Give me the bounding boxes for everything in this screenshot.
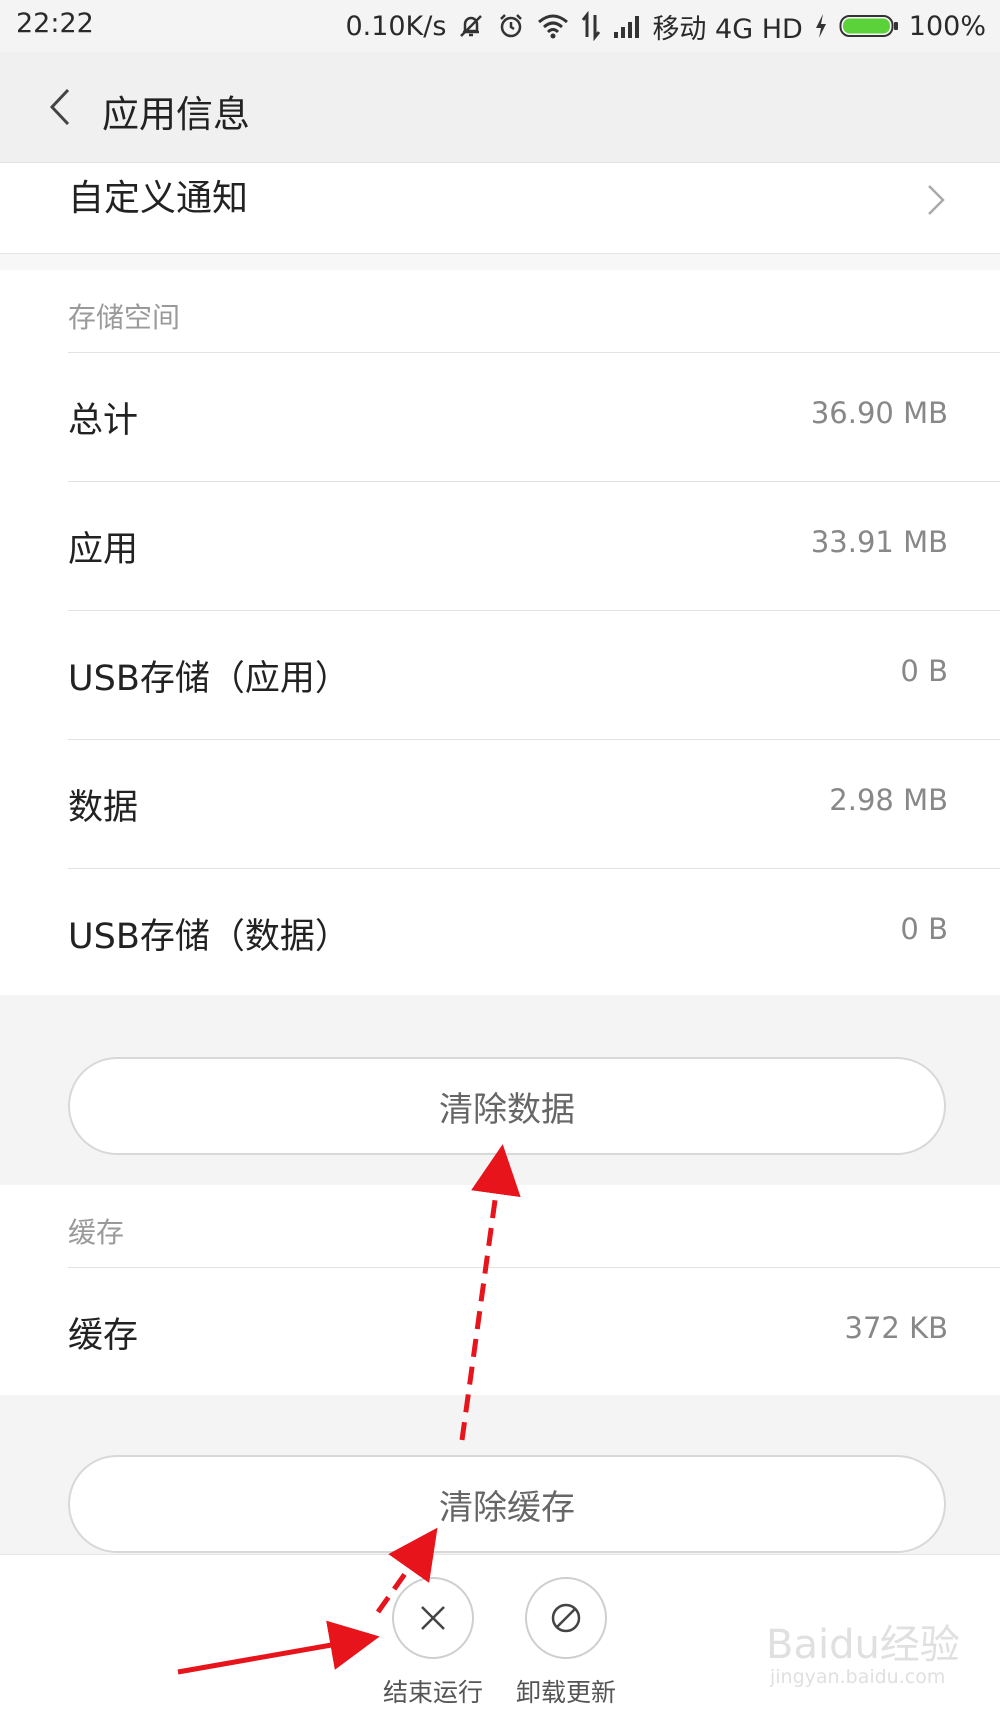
clear-cache-area: 清除缓存 bbox=[0, 1395, 1000, 1555]
row-value: 0 B bbox=[900, 654, 948, 688]
cache-row: 缓存 372 KB bbox=[0, 1267, 1000, 1395]
cache-section-header: 缓存 bbox=[68, 1216, 125, 1249]
storage-row-app: 应用 33.91 MB bbox=[0, 481, 1000, 609]
alarm-icon bbox=[500, 14, 523, 38]
app-header: 应用信息 bbox=[0, 52, 1000, 163]
custom-notification-row[interactable]: 自定义通知 bbox=[0, 163, 1000, 254]
storage-section: 存储空间 总计 36.90 MB 应用 33.91 MB USB存储（应用） 0… bbox=[0, 270, 1000, 995]
data-transfer-icon bbox=[582, 11, 601, 41]
force-stop-label: 结束运行 bbox=[382, 1678, 483, 1707]
row-label: 缓存 bbox=[68, 1316, 139, 1356]
close-icon bbox=[421, 1606, 445, 1630]
storage-row-total: 总计 36.90 MB bbox=[0, 352, 1000, 480]
custom-notification-label: 自定义通知 bbox=[68, 178, 249, 219]
uninstall-updates-button[interactable]: 卸载更新 bbox=[496, 1577, 636, 1709]
status-time: 22:22 bbox=[16, 8, 94, 39]
battery-icon bbox=[839, 15, 898, 37]
network-speed: 0.10K/s bbox=[345, 10, 447, 42]
force-stop-button[interactable]: 结束运行 bbox=[363, 1577, 503, 1709]
storage-row-data: 数据 2.98 MB bbox=[0, 739, 1000, 867]
storage-section-header: 存储空间 bbox=[68, 301, 181, 334]
page-title: 应用信息 bbox=[102, 93, 250, 136]
row-value: 2.98 MB bbox=[829, 783, 948, 817]
row-label: 数据 bbox=[68, 788, 139, 828]
wifi-icon bbox=[538, 14, 569, 39]
baidu-watermark: Baidu经验 bbox=[766, 1622, 960, 1668]
signal-icon bbox=[614, 16, 640, 38]
row-value: 33.91 MB bbox=[810, 525, 948, 559]
uninstall-updates-label: 卸载更新 bbox=[515, 1678, 616, 1707]
force-stop-circle bbox=[392, 1577, 474, 1659]
chevron-right-icon bbox=[928, 185, 945, 215]
chevron-left-icon bbox=[49, 88, 70, 126]
row-label: 总计 bbox=[68, 401, 139, 441]
status-icons: 0.10K/s 移动 4G HD 100% bbox=[345, 8, 986, 45]
baidu-watermark-url: jingyan.baidu.com bbox=[770, 1666, 946, 1688]
row-label: 应用 bbox=[68, 530, 139, 570]
clear-cache-button[interactable]: 清除缓存 bbox=[68, 1455, 946, 1553]
clear-data-area: 清除数据 bbox=[0, 995, 1000, 1185]
status-bar: 22:22 0.10K/s 移动 4G HD 100% bbox=[0, 0, 1000, 52]
carrier-label: 移动 4G HD bbox=[652, 13, 803, 45]
uninstall-updates-circle bbox=[525, 1577, 607, 1659]
storage-row-usb-app: USB存储（应用） 0 B bbox=[0, 610, 1000, 738]
cache-section: 缓存 缓存 372 KB bbox=[0, 1185, 1000, 1395]
charging-icon bbox=[815, 14, 826, 38]
row-value: 372 KB bbox=[844, 1311, 948, 1345]
row-label: USB存储（数据） bbox=[68, 917, 350, 957]
clear-data-button[interactable]: 清除数据 bbox=[68, 1057, 946, 1155]
storage-row-usb-data: USB存储（数据） 0 B bbox=[0, 868, 1000, 996]
row-value: 0 B bbox=[900, 912, 948, 946]
mute-icon bbox=[460, 15, 483, 37]
battery-percent: 100% bbox=[908, 10, 986, 42]
row-label: USB存储（应用） bbox=[68, 659, 350, 699]
back-button[interactable] bbox=[30, 74, 90, 140]
row-value: 36.90 MB bbox=[810, 396, 948, 430]
block-icon bbox=[551, 1603, 581, 1633]
